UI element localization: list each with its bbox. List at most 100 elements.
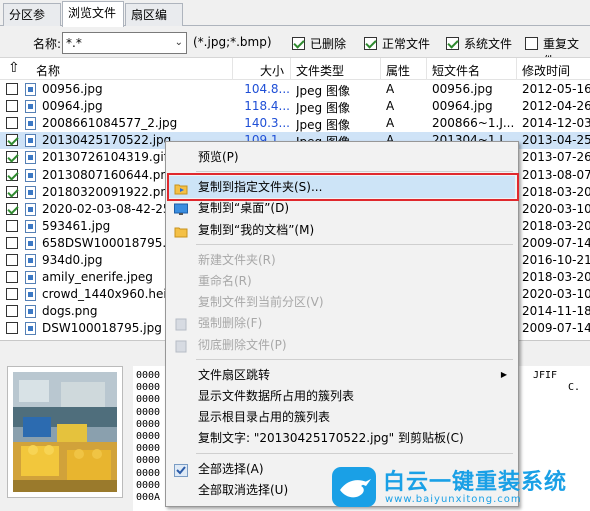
menu-item-label: 文件扇区跳转 (198, 367, 271, 382)
menu-item[interactable]: 预览(P) (169, 146, 515, 168)
check-all-icon (174, 462, 188, 477)
row-checkbox[interactable] (6, 134, 18, 147)
column-name[interactable]: 名称 (36, 62, 60, 79)
hex-ascii-line: JFIF (533, 370, 558, 381)
row-checkbox[interactable] (6, 168, 18, 181)
file-attr: A (386, 116, 395, 131)
hex-offset: 0000 (136, 382, 161, 394)
menu-item-label: 显示文件数据所占用的簇列表 (198, 389, 355, 403)
normal-files-checkbox[interactable] (364, 37, 377, 50)
menu-item-label: 重命名(R) (198, 274, 252, 288)
list-header: ⇧ 名称 大小 文件类型 属性 短文件名 修改时间 (0, 58, 590, 80)
hex-offset: 0000 (136, 394, 161, 406)
menu-separator (196, 452, 513, 454)
up-arrow-icon[interactable]: ⇧ (8, 60, 20, 76)
menu-item[interactable]: 显示根目录占用的簇列表 (169, 406, 515, 428)
menu-item-label: 显示根目录占用的簇列表 (198, 410, 331, 425)
file-name: 2008661084577_2.jpg (42, 116, 178, 131)
file-icon (25, 185, 36, 199)
hex-offset: 0000 (136, 467, 161, 479)
file-icon (25, 219, 36, 233)
menu-separator (196, 358, 513, 360)
row-checkbox[interactable] (6, 151, 18, 164)
menu-item[interactable]: 文件扇区跳转 ▶ (169, 364, 515, 386)
deleted-checkbox[interactable] (292, 37, 305, 50)
tab-sector-edit[interactable]: 扇区编辑 (125, 3, 183, 44)
row-checkbox[interactable] (6, 271, 18, 284)
file-icon (25, 134, 36, 148)
hex-offset: 0000 (136, 370, 161, 381)
row-checkbox[interactable] (6, 202, 18, 215)
file-icon (25, 168, 36, 182)
row-checkbox[interactable] (6, 185, 18, 198)
menu-item[interactable]: 复制文字: "20130425170522.jpg" 到剪贴板(C) (169, 427, 515, 449)
hex-offset: 0000 (136, 418, 161, 430)
file-size: 118.4... (244, 99, 290, 114)
delete-icon (174, 316, 188, 331)
file-icon (25, 254, 36, 267)
watermark: 白云一键重装系统 www.baiyunxitong.com (325, 464, 590, 511)
file-modified: 2012-05-16 (522, 82, 590, 96)
menu-item[interactable]: 显示文件数据所占用的簇列表 (169, 385, 515, 407)
column-type[interactable]: 文件类型 (296, 62, 344, 79)
row-checkbox[interactable] (6, 219, 18, 232)
column-short-name[interactable]: 短文件名 (432, 62, 480, 79)
row-checkbox[interactable] (6, 83, 18, 95)
duplicate-files-checkbox[interactable] (525, 37, 538, 50)
row-checkbox[interactable] (6, 117, 18, 130)
file-modified: 2014-11-18 (522, 304, 590, 319)
documents-folder-icon (174, 223, 188, 238)
file-modified: 2016-10-21 (522, 253, 590, 267)
filter-bar: 名称: *.* ⌄ (*.jpg;*.bmp) 已删除 正常文件 系统文件 重复… (0, 27, 590, 68)
tab-partition-params[interactable]: 分区参数 (3, 3, 61, 44)
menu-item-label: 彻底删除文件(P) (198, 337, 287, 352)
menu-item-label: 复制到“桌面”(D) (198, 201, 290, 216)
bird-logo-icon (332, 467, 376, 507)
column-modified[interactable]: 修改时间 (522, 62, 570, 79)
file-icon (25, 83, 36, 96)
row-checkbox[interactable] (6, 322, 18, 335)
row-checkbox[interactable] (6, 100, 18, 113)
tab-browse-files[interactable]: 浏览文件 (62, 1, 124, 27)
table-row[interactable]: 00956.jpg 104.8... Jpeg 图像 A 00956.jpg 2012-0… (0, 81, 590, 98)
row-checkbox[interactable] (6, 305, 18, 318)
system-files-label: 系统文件 (464, 37, 513, 51)
deleted-label: 已删除 (310, 37, 347, 51)
file-icon (25, 100, 36, 114)
file-type: Jpeg 图像 (296, 84, 350, 98)
row-checkbox[interactable] (6, 236, 18, 249)
hex-offset: 0000 (136, 443, 161, 455)
file-modified: 2020-03-10 (522, 287, 590, 302)
file-attr: A (386, 99, 395, 114)
hex-offset: 0000 (136, 479, 161, 491)
thumbnail-image (13, 372, 117, 492)
desktop-icon (174, 201, 188, 216)
table-row[interactable]: 00964.jpg 118.4... Jpeg 图像 A 00964.jpg 2012-0… (0, 98, 590, 115)
row-checkbox[interactable] (6, 288, 18, 301)
file-name: 00956.jpg (42, 82, 103, 96)
system-files-checkbox[interactable] (446, 37, 459, 50)
name-filter-combo[interactable]: *.* ⌄ (62, 32, 187, 54)
hex-offset: 0000 (136, 455, 161, 467)
table-row[interactable]: 2008661084577_2.jpg 140.3... Jpeg 图像 A 20086… (0, 115, 590, 132)
menu-item[interactable]: 复制到“我的文档”(M) (169, 219, 515, 241)
chevron-down-icon[interactable]: ⌄ (175, 33, 183, 53)
file-icon (25, 288, 36, 302)
highlight-box (167, 173, 519, 201)
hex-ascii-line: C. (568, 382, 581, 393)
column-size[interactable]: 大小 (260, 62, 284, 79)
name-filter-value: *.* (66, 36, 82, 50)
file-short-name: 00964.jpg (432, 99, 493, 114)
column-attr[interactable]: 属性 (386, 62, 410, 79)
file-modified: 2018-03-20 (522, 218, 590, 233)
file-modified: 2018-03-20 (522, 184, 590, 199)
file-type: Jpeg 图像 (296, 101, 350, 116)
row-checkbox[interactable] (6, 254, 18, 266)
file-modified: 2012-04-26 (522, 99, 590, 114)
file-icon (25, 117, 36, 131)
submenu-arrow-icon: ▶ (500, 369, 507, 379)
menu-item: 新建文件夹(R) (169, 249, 515, 271)
file-icon (25, 305, 36, 319)
menu-separator (196, 243, 513, 245)
file-icon (25, 236, 36, 250)
